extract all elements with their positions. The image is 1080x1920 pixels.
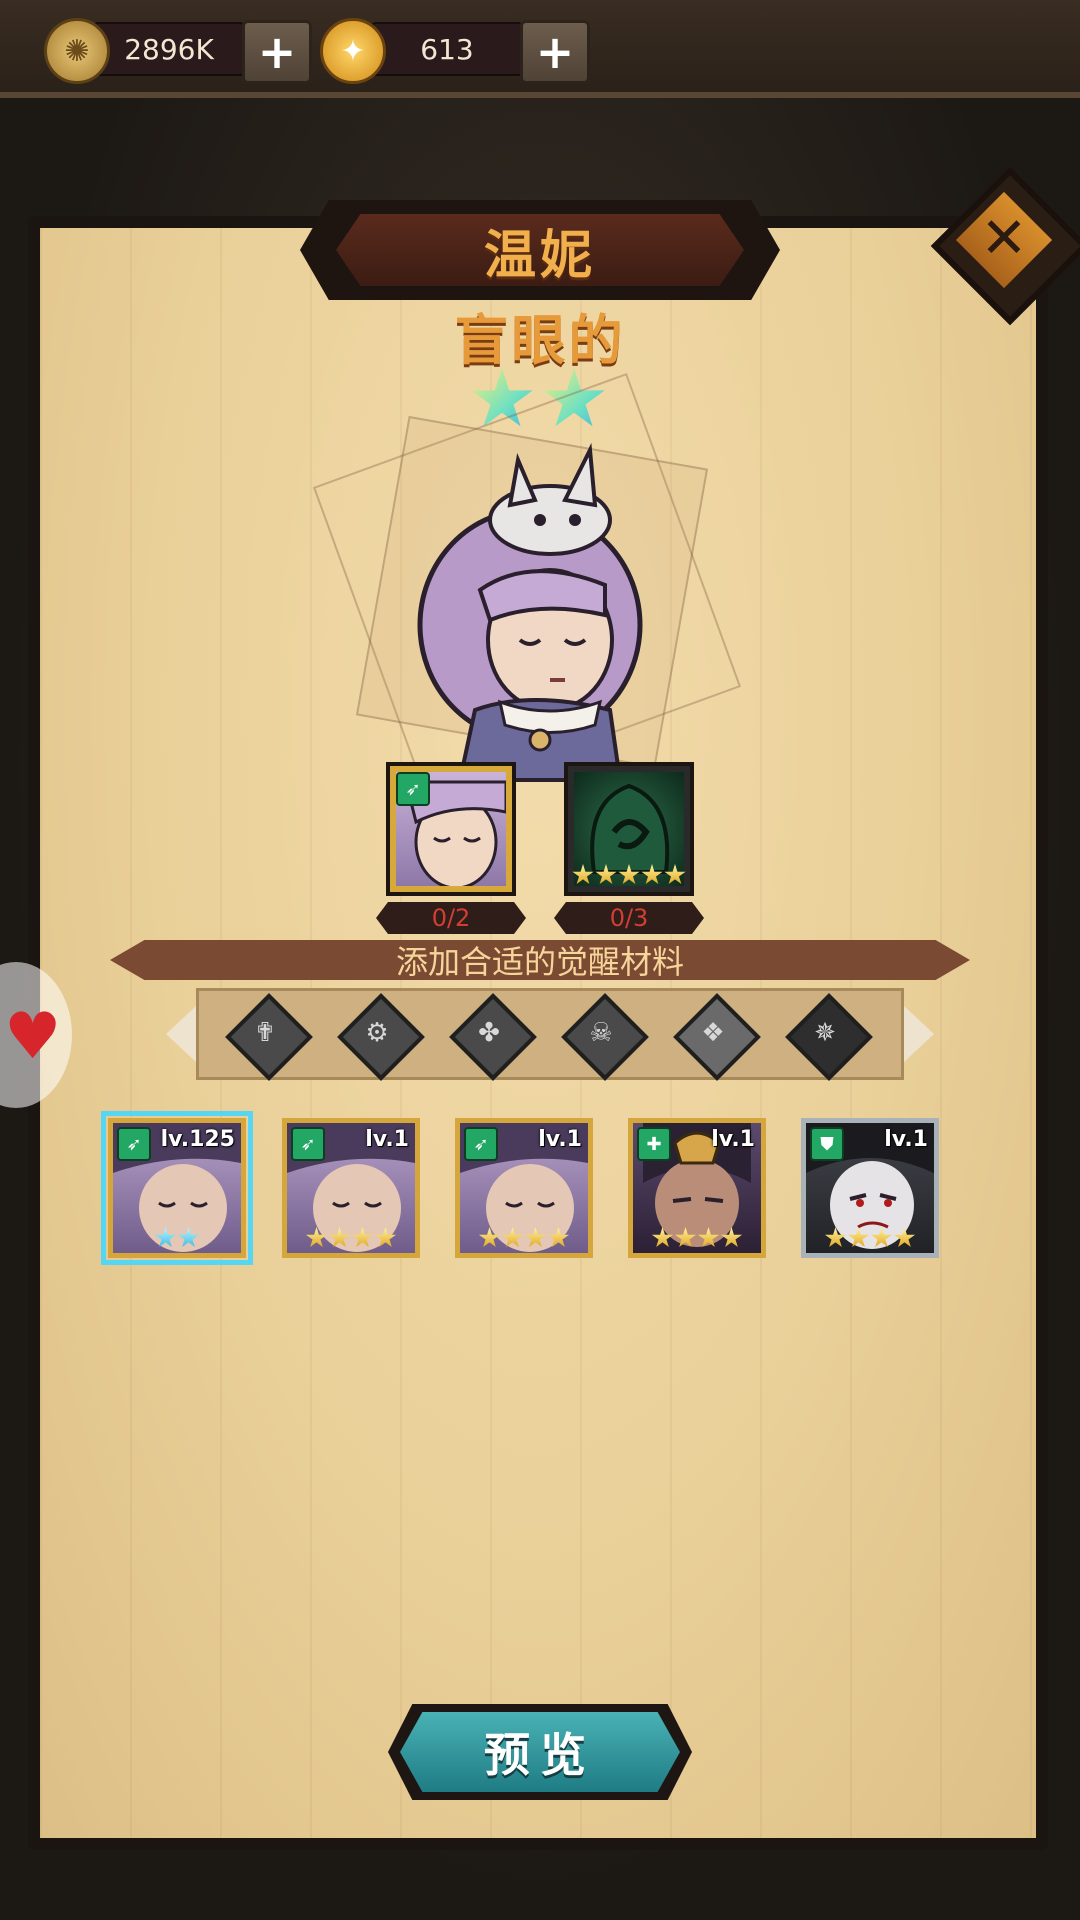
preview-button[interactable]: 预览 <box>400 1712 680 1792</box>
hooded-material-slot[interactable] <box>564 762 694 896</box>
add-gold-button[interactable]: + <box>242 20 312 84</box>
hero-card-stars <box>113 1227 241 1249</box>
shield-class-icon: ⛊ <box>810 1127 844 1161</box>
hero-name: 温妮 <box>336 214 744 286</box>
filter-prev-arrow[interactable] <box>166 1006 196 1062</box>
hero-card[interactable]: ⛊ lv.1 <box>801 1118 939 1258</box>
hero-card-level: lv.1 <box>884 1127 928 1152</box>
bow-class-icon: ➶ <box>464 1127 498 1161</box>
bow-class-icon: ➶ <box>117 1127 151 1161</box>
bow-class-icon: ➶ <box>291 1127 325 1161</box>
material-stars <box>568 864 690 886</box>
faction-dark-icon[interactable]: ✵ <box>785 993 873 1081</box>
faction-gear-icon[interactable]: ⚙ <box>337 993 425 1081</box>
hero-card[interactable]: ➶ lv.125 <box>101 1111 253 1265</box>
hero-card-stars <box>806 1227 934 1249</box>
hero-card-stars <box>460 1227 588 1249</box>
hero-copy-slot[interactable]: ➶ <box>386 762 516 896</box>
healer-class-icon: ✚ <box>637 1127 671 1161</box>
hero-card-level: lv.1 <box>711 1127 755 1152</box>
hero-card-stars <box>633 1227 761 1249</box>
awaken-material-banner: 添加合适的觉醒材料 <box>110 940 970 980</box>
hooded-material-count: 0/3 <box>554 902 704 934</box>
hero-title: 盲眼的 <box>454 309 626 372</box>
hero-card[interactable]: ✚ lv.1 <box>628 1118 766 1258</box>
hero-card-stars <box>287 1227 415 1249</box>
gem-coin-icon: ✦ <box>320 18 386 84</box>
faction-clover-icon[interactable]: ✤ <box>449 993 537 1081</box>
hero-card-level: lv.1 <box>365 1127 409 1152</box>
faction-skull-icon[interactable]: ☠ <box>561 993 649 1081</box>
gold-coin-icon: ✺ <box>44 18 110 84</box>
gold-amount: 2896K <box>92 22 246 76</box>
filter-next-arrow[interactable] <box>904 1006 934 1062</box>
hero-card[interactable]: ➶ lv.1 <box>282 1118 420 1258</box>
add-gem-button[interactable]: + <box>520 20 590 84</box>
hero-copy-count: 0/2 <box>376 902 526 934</box>
gem-amount: 613 <box>370 22 524 76</box>
bow-class-icon: ➶ <box>396 772 430 806</box>
currency-bar: 2896K ✺ + 613 ✦ + <box>0 0 1080 98</box>
hero-card-level: lv.1 <box>538 1127 582 1152</box>
faction-wing-icon[interactable]: ❖ <box>673 993 761 1081</box>
hero-card[interactable]: ➶ lv.1 <box>455 1118 593 1258</box>
faction-cross-icon[interactable]: ✟ <box>225 993 313 1081</box>
heart-icon: ♥ <box>4 1000 62 1074</box>
close-icon: ✕ <box>980 205 1028 271</box>
hero-portrait <box>380 440 680 800</box>
close-button[interactable]: ✕ <box>970 200 1038 276</box>
hero-card-level: lv.125 <box>160 1127 235 1152</box>
